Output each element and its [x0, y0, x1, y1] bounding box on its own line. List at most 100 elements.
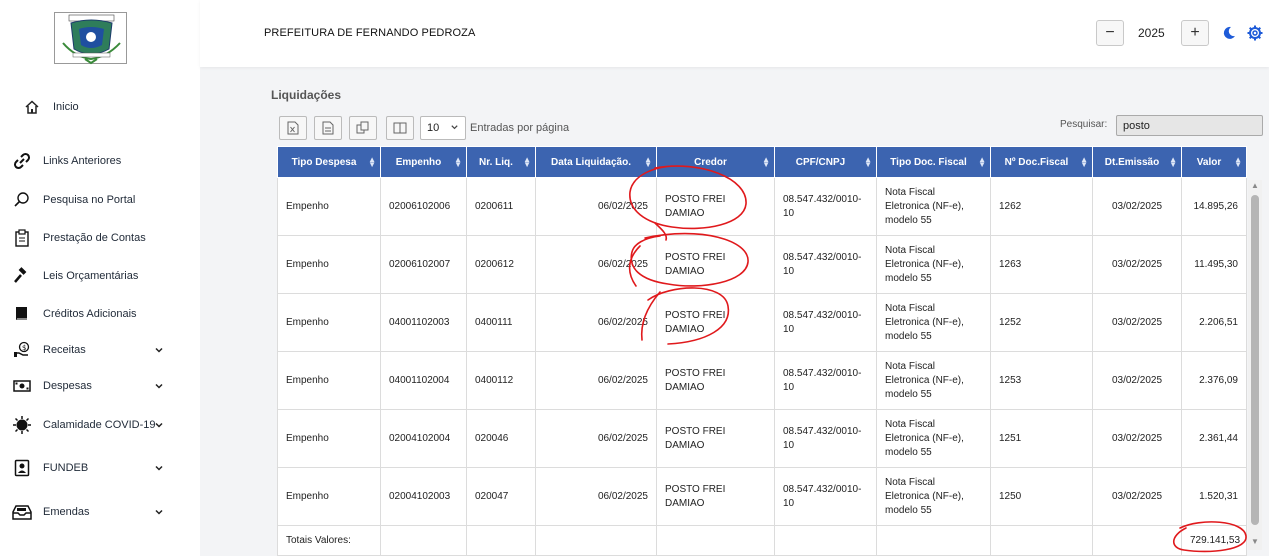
table-cell: 08.547.432/0010-10: [774, 177, 877, 236]
column-header[interactable]: Credor ▲ ▼: [656, 146, 775, 178]
table-cell: 14.895,26: [1181, 177, 1247, 236]
table-cell: POSTO FREI DAMIAO: [656, 409, 775, 468]
entries-per-page-select[interactable]: 10: [420, 116, 466, 140]
column-header-label: Dt.Emissão: [1104, 156, 1160, 168]
table-row[interactable]: Empenho 02004102003 020047 06/02/2025 POSTO …: [277, 467, 1247, 526]
sidebar-item-prestacao-de-contas[interactable]: Prestação de Contas: [0, 223, 200, 253]
sidebar-item-emendas[interactable]: Emendas: [0, 497, 200, 527]
table-row[interactable]: Empenho 04001102003 0400111 06/02/2025 POSTO…: [277, 293, 1247, 352]
table-cell: [466, 525, 536, 556]
sidebar-item-label: Créditos Adicionais: [43, 308, 137, 320]
table-cell: 1.520,31: [1181, 467, 1247, 526]
sort-icon[interactable]: ▲ ▼: [644, 156, 652, 169]
columns-icon: [393, 122, 407, 134]
chevron-down-icon[interactable]: [153, 419, 165, 431]
sort-icon[interactable]: ▲ ▼: [368, 156, 376, 169]
column-header[interactable]: Data Liquidação. ▲ ▼: [535, 146, 657, 178]
sidebar-item-inicio[interactable]: Inicio: [0, 92, 200, 122]
sidebar-item-label: Inicio: [53, 101, 79, 113]
sort-icon[interactable]: ▲ ▼: [1080, 156, 1088, 169]
totals-row: Totais Valores: 729.141,53: [277, 525, 1247, 556]
pdf-file-icon: [322, 121, 334, 135]
sidebar-item-label: Leis Orçamentárias: [43, 270, 139, 282]
totals-label: Totais Valores:: [277, 525, 381, 556]
sort-icon[interactable]: ▲ ▼: [523, 156, 531, 169]
table-cell: 2.361,44: [1181, 409, 1247, 468]
sort-icon[interactable]: ▲ ▼: [1234, 156, 1242, 169]
column-header-label: Nr. Liq.: [479, 156, 513, 168]
scroll-up-icon[interactable]: ▲: [1251, 182, 1259, 190]
chevron-down-icon[interactable]: [153, 380, 165, 392]
cash-icon: [12, 376, 32, 396]
column-header-label: CPF/CNPJ: [795, 156, 846, 168]
sidebar-item-receitas[interactable]: $ Receitas: [0, 335, 200, 365]
page-title: PREFEITURA DE FERNANDO PEDROZA: [264, 27, 476, 39]
table-cell: 08.547.432/0010-10: [774, 293, 877, 352]
municipality-logo[interactable]: [54, 12, 127, 65]
totals-value: 729.141,53: [1181, 525, 1247, 556]
column-header[interactable]: Tipo Doc. Fiscal ▲ ▼: [876, 146, 991, 178]
table-cell: 06/02/2025: [535, 235, 657, 294]
year-decrement-button[interactable]: −: [1096, 20, 1124, 46]
table-row[interactable]: Empenho 02006102006 0200611 06/02/2025 POSTO…: [277, 177, 1247, 236]
sort-icon[interactable]: ▲ ▼: [864, 156, 872, 169]
export-pdf-button[interactable]: [314, 116, 342, 140]
book-icon: [12, 304, 32, 324]
export-excel-button[interactable]: [279, 116, 307, 140]
table-row[interactable]: Empenho 02006102007 0200612 06/02/2025 POSTO…: [277, 235, 1247, 294]
chevron-down-icon[interactable]: [153, 506, 165, 518]
dark-mode-moon-icon[interactable]: [1220, 24, 1238, 42]
sort-icon[interactable]: ▲ ▼: [1169, 156, 1177, 169]
column-header[interactable]: Valor ▲ ▼: [1181, 146, 1247, 178]
search-label: Pesquisar:: [1060, 119, 1108, 130]
sort-icon[interactable]: ▲ ▼: [454, 156, 462, 169]
table-row[interactable]: Empenho 04001102004 0400112 06/02/2025 POSTO…: [277, 351, 1247, 410]
table-cell: 03/02/2025: [1092, 467, 1182, 526]
sidebar-item-calamidade-covid-19[interactable]: Calamidade COVID-19: [0, 410, 200, 440]
column-header[interactable]: Empenho ▲ ▼: [380, 146, 467, 178]
chevron-down-icon[interactable]: [153, 462, 165, 474]
column-header[interactable]: CPF/CNPJ ▲ ▼: [774, 146, 877, 178]
settings-gear-icon[interactable]: [1246, 24, 1264, 42]
sort-icon[interactable]: ▲ ▼: [978, 156, 986, 169]
sidebar-item-label: FUNDEB: [43, 462, 89, 474]
column-header[interactable]: Nº Doc.Fiscal ▲ ▼: [990, 146, 1093, 178]
sidebar-item-label: Calamidade COVID-19: [43, 419, 156, 431]
table-cell: 1250: [990, 467, 1093, 526]
table-cell: [380, 525, 467, 556]
sidebar-item-links-anteriores[interactable]: Links Anteriores: [0, 146, 200, 176]
table-cell: Empenho: [277, 177, 381, 236]
excel-file-icon: [287, 121, 299, 135]
sidebar-item-fundeb[interactable]: FUNDEB: [0, 453, 200, 483]
link-icon: [12, 151, 32, 171]
chevron-down-icon[interactable]: [153, 344, 165, 356]
table-cell: 020047: [466, 467, 536, 526]
column-header-label: Valor: [1196, 156, 1222, 168]
sort-icon[interactable]: ▲ ▼: [762, 156, 770, 169]
column-header[interactable]: Dt.Emissão ▲ ▼: [1092, 146, 1182, 178]
table-scrollbar[interactable]: ▲ ▼: [1248, 180, 1262, 550]
scroll-thumb[interactable]: [1251, 195, 1259, 525]
sidebar-item-creditos-adicionais[interactable]: Créditos Adicionais: [0, 299, 200, 329]
table-row[interactable]: Empenho 02004102004 020046 06/02/2025 POSTO …: [277, 409, 1247, 468]
column-header-label: Data Liquidação.: [550, 156, 631, 168]
table-cell: 02004102003: [380, 467, 467, 526]
table-cell: 0200612: [466, 235, 536, 294]
sidebar-item-label: Receitas: [43, 344, 86, 356]
id-badge-icon: [12, 458, 32, 478]
column-header[interactable]: Tipo Despesa ▲ ▼: [277, 146, 381, 178]
sidebar-item-despesas[interactable]: Despesas: [0, 371, 200, 401]
column-header[interactable]: Nr. Liq. ▲ ▼: [466, 146, 536, 178]
sidebar-item-leis-orcamentarias[interactable]: Leis Orçamentárias: [0, 261, 200, 291]
table-cell: 06/02/2025: [535, 177, 657, 236]
column-visibility-button[interactable]: [386, 116, 414, 140]
table-cell: Nota Fiscal Eletronica (NF-e), modelo 55: [876, 293, 991, 352]
sidebar-item-pesquisa-no-portal[interactable]: Pesquisa no Portal: [0, 185, 200, 215]
table-cell: [656, 525, 775, 556]
column-header-label: Credor: [694, 156, 727, 168]
year-increment-button[interactable]: +: [1181, 20, 1209, 46]
copy-button[interactable]: [349, 116, 377, 140]
money-hand-icon: $: [12, 340, 32, 360]
search-input[interactable]: [1116, 115, 1263, 136]
scroll-down-icon[interactable]: ▼: [1251, 538, 1259, 546]
